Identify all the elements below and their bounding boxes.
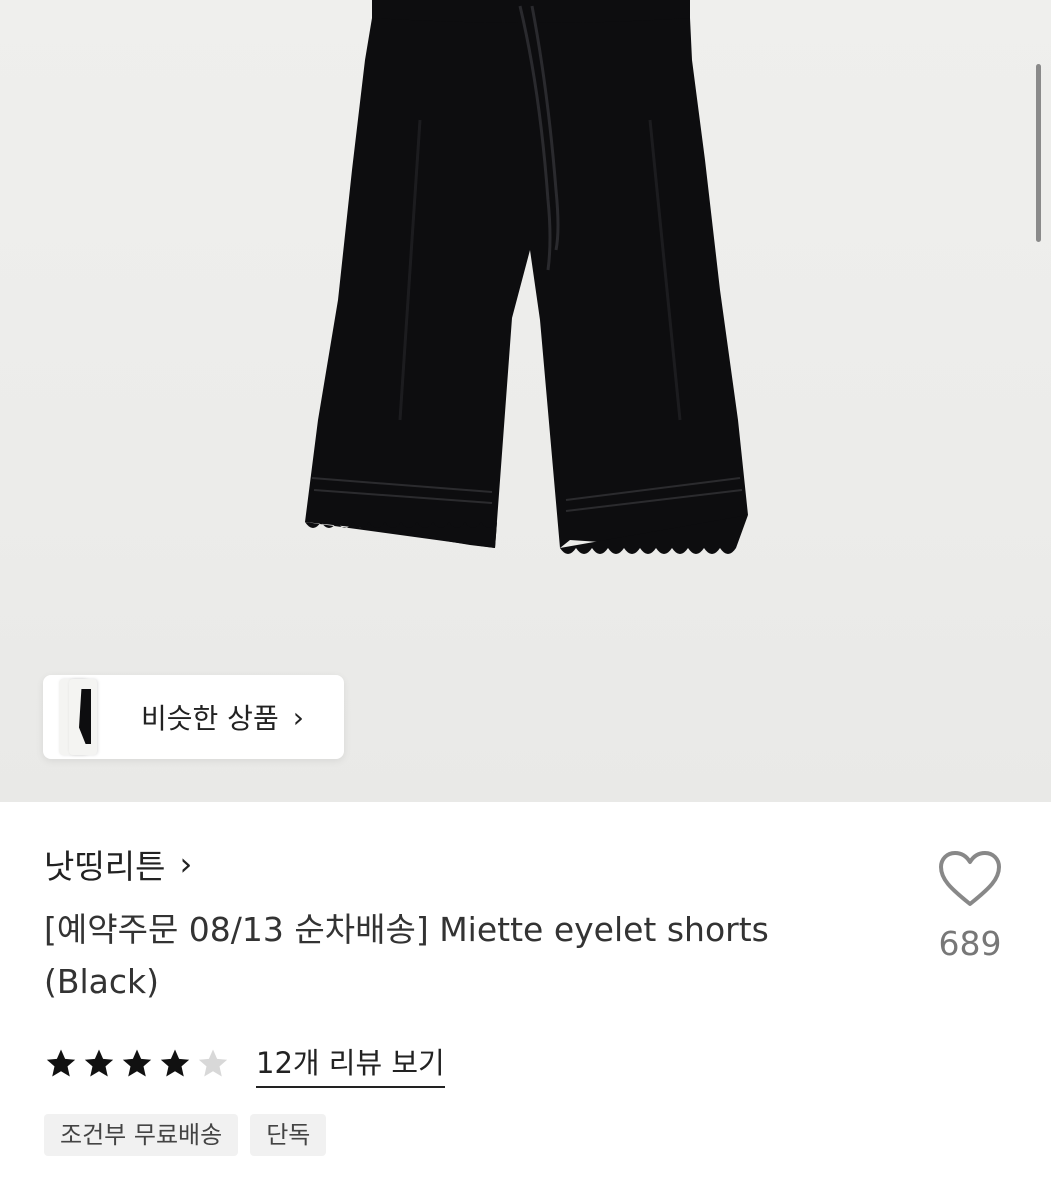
star-filled-icon — [46, 1049, 76, 1077]
review-link[interactable]: 12개 리뷰 보기 — [256, 1040, 445, 1088]
star-filled-icon — [160, 1049, 190, 1077]
star-filled-icon — [84, 1049, 114, 1077]
heart-outline-icon — [939, 851, 1001, 906]
product-title: [예약주문 08/13 순차배송] Miette eyelet shorts (… — [44, 910, 769, 1001]
like-count: 689 — [938, 924, 1002, 963]
chevron-right-icon: › — [292, 700, 304, 734]
star-empty-icon — [198, 1049, 228, 1077]
tag-badge: 조건부 무료배송 — [44, 1114, 239, 1156]
tag-badge: 단독 — [250, 1114, 327, 1156]
similar-products-label: 비슷한 상품 — [141, 702, 279, 735]
similar-products-thumbnails — [53, 675, 113, 759]
similar-products-button[interactable]: 비슷한 상품 › — [43, 675, 344, 759]
scrollbar[interactable] — [1036, 64, 1041, 242]
rating-row: 12개 리뷰 보기 — [44, 1040, 445, 1088]
product-image[interactable]: 비슷한 상품 › — [0, 0, 1051, 802]
star-filled-icon — [122, 1049, 152, 1077]
brand-link[interactable]: 낫띵리튼 › — [44, 840, 192, 888]
brand-name: 낫띵리튼 — [44, 847, 166, 886]
chevron-right-icon: › — [179, 845, 193, 883]
like-button[interactable] — [930, 850, 1010, 912]
star-rating — [44, 1047, 234, 1081]
badge-list: 조건부 무료배송 단독 — [44, 1114, 338, 1156]
